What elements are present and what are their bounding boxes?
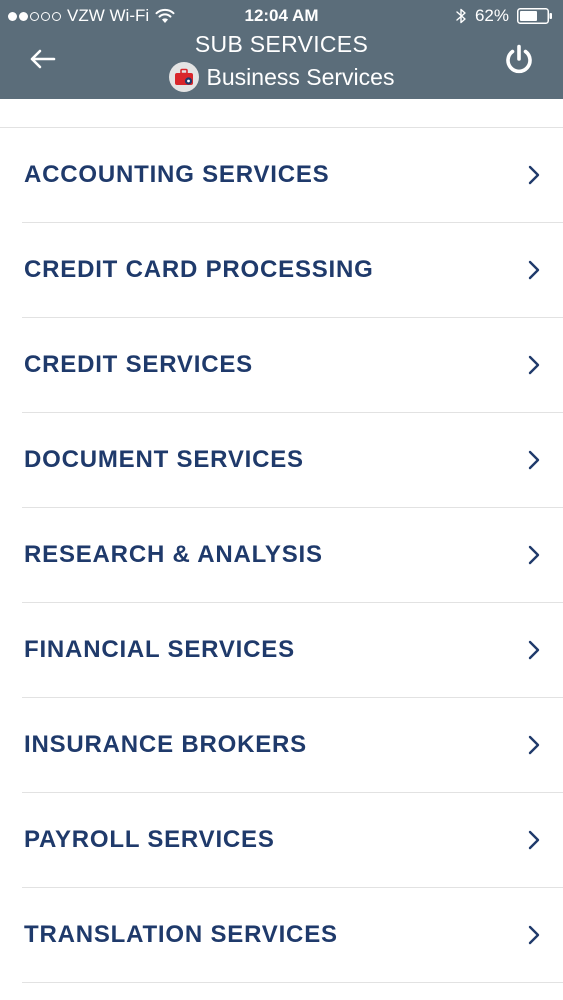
list-item-label: RESEARCH & ANALYSIS (24, 541, 323, 568)
sub-services-list: ACCOUNTING SERVICES CREDIT CARD PROCESSI… (0, 99, 563, 983)
chevron-right-icon (527, 734, 541, 756)
bluetooth-icon (456, 8, 466, 24)
list-item-document-services[interactable]: DOCUMENT SERVICES (22, 413, 563, 508)
list-item-credit-card-processing[interactable]: CREDIT CARD PROCESSING (22, 223, 563, 318)
subtitle-label: Business Services (206, 64, 395, 90)
chevron-right-icon (527, 354, 541, 376)
chevron-right-icon (527, 829, 541, 851)
list-item-research-analysis[interactable]: RESEARCH & ANALYSIS (22, 508, 563, 603)
list-item-financial-services[interactable]: FINANCIAL SERVICES (22, 603, 563, 698)
list-item-label: DOCUMENT SERVICES (24, 446, 304, 473)
chevron-right-icon (527, 259, 541, 281)
power-icon (506, 44, 532, 74)
header: VZW Wi-Fi 12:04 AM 62% SUB SERVICES Busi… (0, 0, 563, 99)
list-item-credit-services[interactable]: CREDIT SERVICES (22, 318, 563, 413)
battery-icon (517, 8, 552, 24)
list-item-label: PAYROLL SERVICES (24, 826, 275, 853)
chevron-right-icon (527, 639, 541, 661)
status-bar: VZW Wi-Fi 12:04 AM 62% (0, 0, 563, 32)
page-title: SUB SERVICES (194, 31, 369, 57)
list-item-label: ACCOUNTING SERVICES (24, 161, 330, 188)
chevron-right-icon (527, 544, 541, 566)
battery-percentage: 62% (474, 6, 509, 25)
list-item-label: TRANSLATION SERVICES (24, 921, 338, 948)
chevron-right-icon (527, 924, 541, 946)
list-item-translation-services[interactable]: TRANSLATION SERVICES (22, 888, 563, 983)
briefcase-icon (174, 68, 193, 85)
power-button[interactable] (501, 42, 537, 78)
list-item-label: CREDIT SERVICES (24, 351, 253, 378)
status-right: 62% (455, 6, 553, 26)
nav-titles: SUB SERVICES Business Services (90, 30, 473, 92)
list-item-label: CREDIT CARD PROCESSING (24, 256, 374, 283)
list-item-label: INSURANCE BROKERS (24, 731, 307, 758)
list-item-insurance-brokers[interactable]: INSURANCE BROKERS (22, 698, 563, 793)
chevron-right-icon (527, 164, 541, 186)
list-top-divider (0, 99, 563, 128)
list-item-payroll-services[interactable]: PAYROLL SERVICES (22, 793, 563, 888)
list-item-accounting-services[interactable]: ACCOUNTING SERVICES (22, 128, 563, 223)
category-badge (168, 62, 199, 92)
sub-services-screen: VZW Wi-Fi 12:04 AM 62% SUB SERVICES Busi… (0, 0, 563, 1000)
chevron-right-icon (527, 449, 541, 471)
arrow-left-icon (30, 49, 56, 69)
page-subtitle: Business Services (168, 62, 395, 92)
list-item-label: FINANCIAL SERVICES (24, 636, 295, 663)
back-button[interactable] (26, 44, 60, 74)
nav-bar: SUB SERVICES Business Services (0, 30, 563, 99)
